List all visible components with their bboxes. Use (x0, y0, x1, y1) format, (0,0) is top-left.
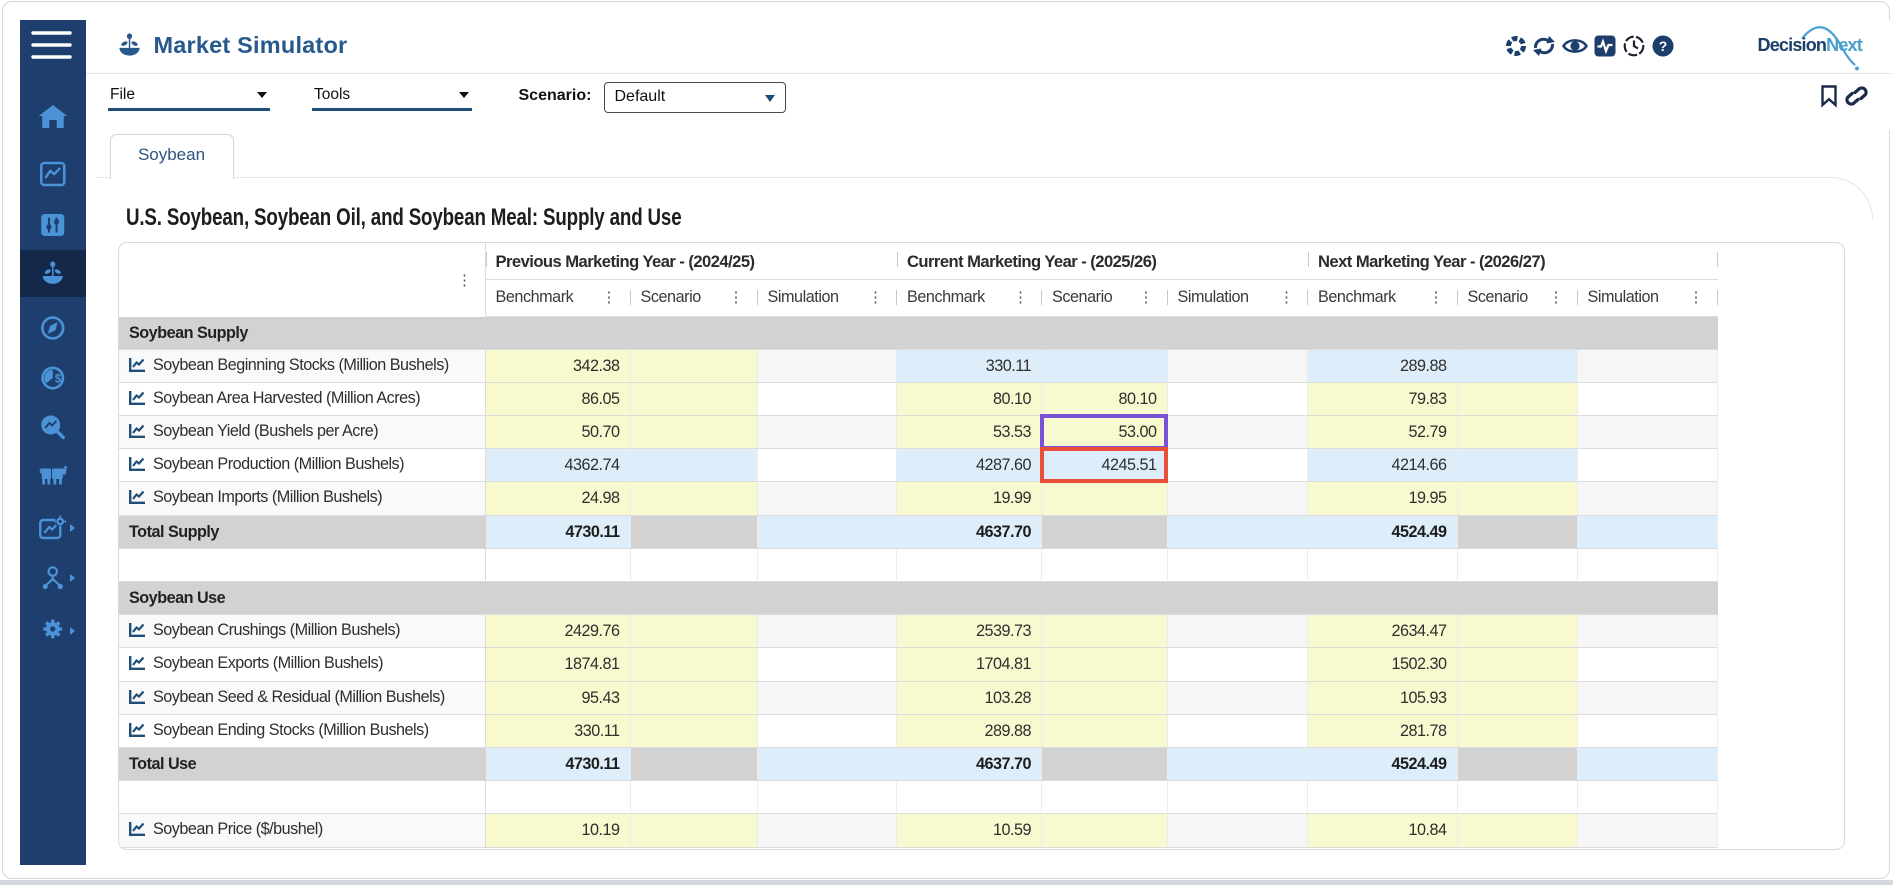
svg-text:$: $ (55, 374, 62, 386)
svg-text:?: ? (1658, 38, 1667, 54)
